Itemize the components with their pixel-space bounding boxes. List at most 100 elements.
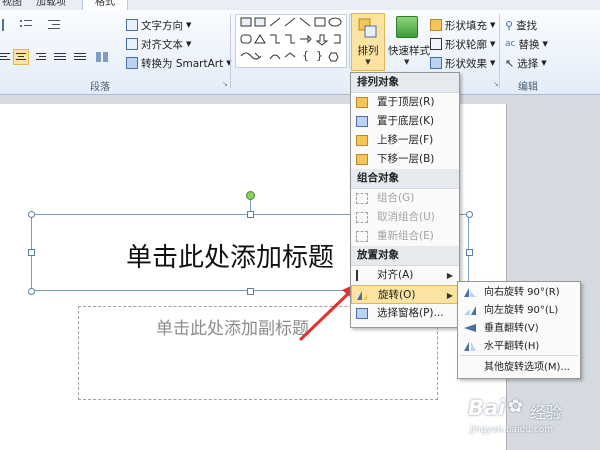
editing-group-label: 编辑 (518, 82, 538, 93)
bracket-shape-icon (334, 34, 341, 44)
rotation-handle[interactable] (246, 191, 255, 200)
block-arrow-right-icon (300, 34, 312, 44)
flip-horizontal-item[interactable]: 水平翻转(H) (458, 338, 580, 356)
distributed-icon[interactable] (74, 51, 86, 63)
arrange-menu: 排列对象 置于顶层(R) 置于底层(K) 上移一层(F) 下移一层(B) 组合对… (350, 72, 460, 328)
line-spacing-icon[interactable] (2, 19, 18, 31)
arrange-dropdown-arrow-icon: ▼ (365, 58, 371, 66)
resize-handle[interactable] (28, 211, 35, 218)
dropdown-arrow-icon: ▼ (490, 40, 496, 48)
send-backward-item[interactable]: 下移一层(B) (351, 150, 459, 169)
title-placeholder-text: 单击此处添加标题 (126, 243, 335, 273)
selection-pane-item[interactable]: 选择窗格(P)... (351, 304, 459, 323)
select-button[interactable]: ↖ 选择 ▼ (505, 55, 547, 71)
resize-handle[interactable] (466, 211, 473, 218)
menu-section-order: 排列对象 (351, 73, 459, 93)
paragraph-format-buttons (0, 18, 115, 80)
align-left-icon[interactable] (0, 51, 12, 63)
group-divider (499, 14, 500, 88)
rotate-right-label: 向右旋转 90°(R) (484, 287, 560, 298)
shape-fill-button[interactable]: 形状填充 ▼ (430, 17, 495, 33)
arrow-shape-icon (284, 17, 296, 27)
bring-to-front-item[interactable]: 置于顶层(R) (351, 93, 459, 112)
send-backward-label: 下移一层(B) (377, 153, 435, 165)
freeform-shape-icon (284, 52, 296, 58)
vertical-textbox-shape-icon (254, 17, 266, 27)
submenu-arrow-icon: ▶ (446, 291, 453, 300)
shape-outline-button[interactable]: 形状轮廓 ▼ (430, 36, 495, 52)
bring-to-front-icon (356, 97, 368, 108)
bring-forward-item[interactable]: 上移一层(F) (351, 131, 459, 150)
rotate-item[interactable]: 旋转(O) ▶ (351, 285, 459, 304)
menu-section-position: 放置对象 (351, 246, 459, 266)
shapes-gallery[interactable]: { } (235, 14, 347, 68)
block-arrow-down-icon (315, 34, 329, 46)
textbox-shape-icon (240, 17, 252, 27)
replace-button[interactable]: ac 替换 ▼ (505, 36, 548, 52)
shape-outline-label: 形状轮廓 (445, 38, 487, 51)
watermark-brand: Bai (468, 396, 506, 420)
send-backward-icon (356, 154, 368, 165)
regroup-item[interactable]: 重新组合(E) (351, 227, 459, 246)
binoculars-icon: ⚲ (505, 18, 514, 32)
find-button[interactable]: ⚲ 查找 (505, 17, 537, 33)
convert-smartart-button[interactable]: 转换为 SmartArt ▼ (126, 55, 232, 71)
align-icon (356, 270, 368, 281)
hexagon-shape-icon (328, 52, 339, 62)
align-text-button[interactable]: 对齐文本 ▼ (126, 36, 191, 52)
paint-bucket-icon (430, 19, 442, 31)
align-center-button[interactable] (13, 49, 29, 65)
arrange-icon (358, 18, 377, 38)
dropdown-arrow-icon: ▼ (186, 21, 192, 29)
justify-icon[interactable] (54, 51, 66, 63)
dropdown-arrow-icon: ▼ (541, 59, 547, 67)
align-text-icon (126, 38, 138, 50)
text-direction-button[interactable]: 文字方向 ▼ (126, 17, 191, 33)
resize-handle[interactable] (247, 288, 254, 295)
group-divider (230, 14, 231, 88)
columns-icon[interactable] (96, 51, 110, 63)
tab-view[interactable]: 视图 (2, 0, 22, 10)
ungroup-item[interactable]: 取消组合(U) (351, 208, 459, 227)
dialog-launcher-icon[interactable]: ↘ (222, 80, 228, 88)
arrange-button[interactable]: 排列 ▼ (351, 13, 385, 71)
rotate-left-item[interactable]: 向左旋转 90°(L) (458, 302, 580, 320)
shape-effects-icon (430, 57, 442, 69)
quick-styles-button[interactable]: 快速样式 ▼ (388, 16, 430, 68)
send-to-back-item[interactable]: 置于底层(K) (351, 112, 459, 131)
flip-vertical-item[interactable]: 垂直翻转(V) (458, 320, 580, 338)
more-rotation-options-item[interactable]: 其他旋转选项(M)... (458, 359, 580, 377)
bullets-icon[interactable] (20, 19, 32, 31)
line-shape-icon (299, 17, 311, 27)
shape-effects-button[interactable]: 形状效果 ▼ (430, 55, 495, 71)
line-shape-icon (269, 17, 281, 27)
align-item[interactable]: 对齐(A) ▶ (351, 266, 459, 285)
send-to-back-icon (356, 116, 368, 127)
menu-divider (460, 355, 578, 356)
quick-styles-icon (396, 16, 418, 38)
group-item[interactable]: 组合(G) (351, 189, 459, 208)
align-right-icon[interactable] (34, 51, 46, 63)
dropdown-arrow-icon: ▼ (542, 40, 548, 48)
rotate-right-icon (463, 287, 476, 298)
flip-horizontal-icon (463, 341, 476, 352)
selection-pane-icon (356, 308, 368, 319)
resize-handle[interactable] (28, 249, 35, 256)
indent-icon[interactable] (48, 19, 60, 31)
tab-addins[interactable]: 加载项 (36, 0, 66, 10)
ungroup-icon (356, 212, 368, 223)
rotate-right-item[interactable]: 向右旋转 90°(R) (458, 284, 580, 302)
resize-handle[interactable] (247, 211, 254, 218)
rotate-label: 旋转(O) (378, 289, 416, 301)
bring-forward-icon (356, 135, 368, 146)
text-direction-label: 文字方向 (141, 19, 183, 32)
resize-handle[interactable] (28, 288, 35, 295)
dialog-launcher-icon[interactable]: ↘ (493, 80, 499, 88)
elbow-connector-icon (270, 34, 280, 44)
dropdown-arrow-icon: ▼ (490, 21, 496, 29)
dropdown-arrow-icon: ▼ (186, 40, 192, 48)
replace-label: 替换 (518, 38, 540, 51)
resize-handle[interactable] (466, 249, 473, 256)
watermark: Bai ✿ 经验 jingyan.baidu.com (468, 396, 588, 446)
brace-right-shape-icon: } (316, 49, 323, 62)
